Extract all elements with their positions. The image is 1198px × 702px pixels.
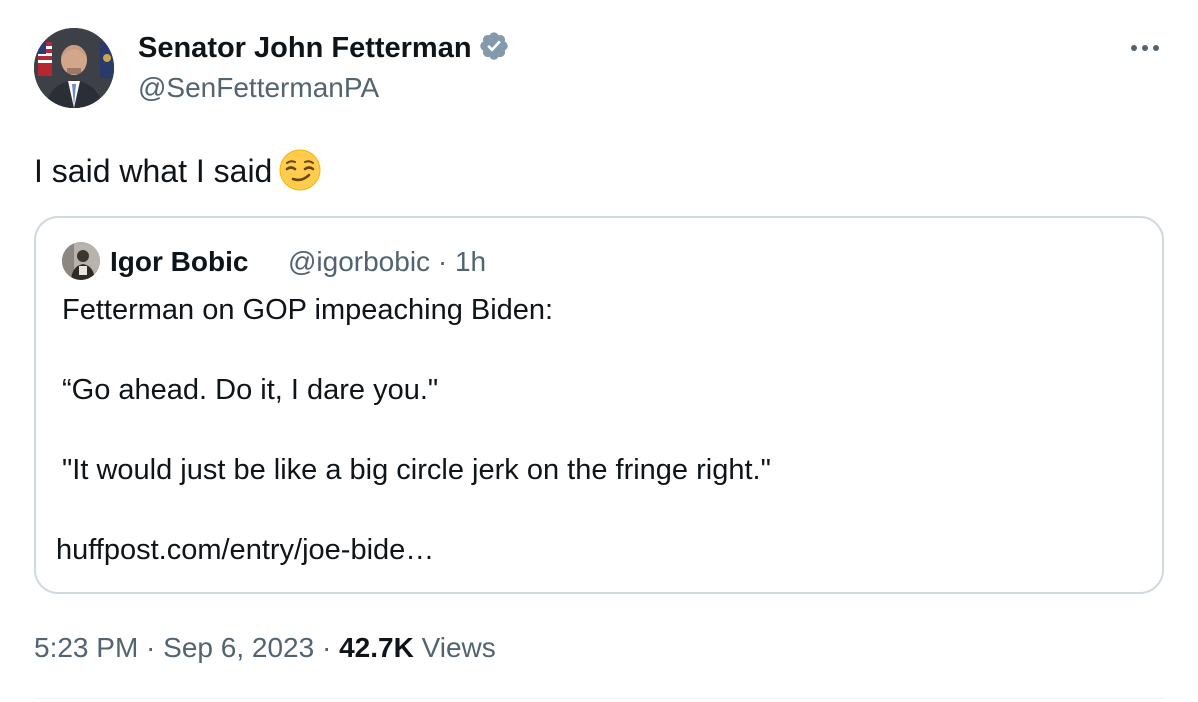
quoted-author-meta: @igorbobic · 1h xyxy=(288,245,486,279)
views-label[interactable]: Views xyxy=(422,632,496,663)
tweet-date[interactable]: Sep 6, 2023 xyxy=(163,632,314,663)
tweet-time[interactable]: 5:23 PM xyxy=(34,632,138,663)
author-name-text[interactable]: Senator John Fetterman xyxy=(138,32,472,64)
more-options-button[interactable] xyxy=(1128,32,1162,60)
tweet-text: I said what I said xyxy=(34,148,322,192)
views-count[interactable]: 42.7K xyxy=(339,632,414,663)
tweet-meta: 5:23 PM · Sep 6, 2023 · 42.7K Views xyxy=(34,630,496,666)
smirking-face-icon xyxy=(278,148,322,192)
quoted-link[interactable]: huffpost.com/entry/joe-bide… xyxy=(56,532,434,568)
tweet: Senator John Fetterman @SenFettermanPA I… xyxy=(0,0,1198,702)
tweet-text-content: I said what I said xyxy=(34,153,273,189)
more-dots-icon xyxy=(1131,45,1159,51)
quoted-tweet-card[interactable]: Igor Bobic @igorbobic · 1h Fetterman on … xyxy=(34,216,1164,594)
author-avatar-image xyxy=(34,28,114,108)
views-space xyxy=(414,632,422,663)
author-avatar[interactable] xyxy=(34,28,114,108)
divider xyxy=(34,698,1164,699)
quoted-separator: · xyxy=(430,246,455,277)
quoted-author-handle[interactable]: @igorbobic xyxy=(288,246,430,277)
verified-badge-icon[interactable] xyxy=(478,30,510,62)
quoted-text-line-1: Fetterman on GOP impeaching Biden: xyxy=(62,294,554,326)
quoted-text-line-2: “Go ahead. Do it, I dare you." xyxy=(62,374,439,406)
quoted-author-name[interactable]: Igor Bobic xyxy=(110,245,248,279)
quoted-avatar-image xyxy=(62,242,100,280)
quoted-text-line-3: "It would just be like a big circle jerk… xyxy=(62,454,771,486)
meta-separator: · xyxy=(314,632,340,663)
quoted-author-avatar[interactable] xyxy=(62,242,100,280)
author-handle[interactable]: @SenFettermanPA xyxy=(138,72,379,104)
author-name[interactable]: Senator John Fetterman xyxy=(138,30,510,65)
meta-separator: · xyxy=(138,632,164,663)
quoted-time[interactable]: 1h xyxy=(455,246,486,277)
